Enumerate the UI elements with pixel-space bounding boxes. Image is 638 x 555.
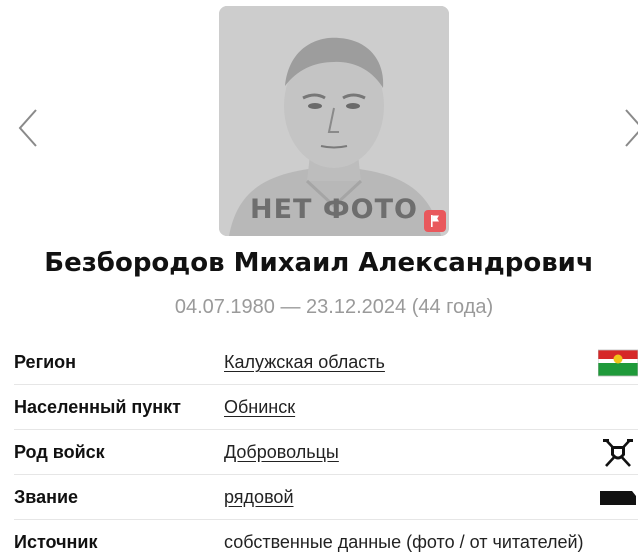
info-label: Населенный пункт bbox=[14, 397, 182, 417]
report-flag-icon[interactable] bbox=[424, 210, 446, 232]
info-row-source: Источник собственные данные (фото / от ч… bbox=[14, 520, 638, 555]
region-link[interactable]: Калужская область bbox=[224, 352, 385, 373]
person-name: Безбородов Михаил Александрович bbox=[44, 248, 594, 278]
locality-link[interactable]: Обнинск bbox=[224, 397, 295, 418]
source-value: собственные данные (фото / от читателей) bbox=[224, 532, 584, 552]
info-label: Регион bbox=[14, 352, 76, 372]
person-dates: 04.07.1980 — 23.12.2024 (44 года) bbox=[174, 296, 494, 318]
info-row-rank: Звание рядовой bbox=[14, 475, 638, 520]
troops-link[interactable]: Добровольцы bbox=[224, 442, 339, 463]
chevron-right-icon[interactable] bbox=[622, 108, 638, 148]
info-label: Звание bbox=[14, 487, 79, 507]
memorial-page: НЕТ ФОТО Безбородов Михаил Александрович… bbox=[0, 0, 638, 555]
info-label: Источник bbox=[14, 532, 98, 552]
region-flag-icon bbox=[598, 348, 638, 378]
info-row-region: Регион Калужская область bbox=[14, 340, 638, 385]
no-photo-label: НЕТ ФОТО bbox=[250, 194, 418, 225]
rank-insignia-icon bbox=[598, 483, 638, 513]
info-row-troops: Род войск Добровольцы bbox=[14, 430, 638, 475]
info-row-locality: Населенный пункт Обнинск bbox=[14, 385, 638, 430]
info-label: Род войск bbox=[14, 442, 105, 462]
chevron-left-icon[interactable] bbox=[16, 108, 40, 148]
troops-emblem-icon bbox=[598, 438, 638, 468]
info-table: Регион Калужская область Населенный пунк… bbox=[14, 340, 638, 555]
rank-link[interactable]: рядовой bbox=[224, 487, 294, 508]
person-photo-placeholder: НЕТ ФОТО bbox=[219, 6, 449, 236]
